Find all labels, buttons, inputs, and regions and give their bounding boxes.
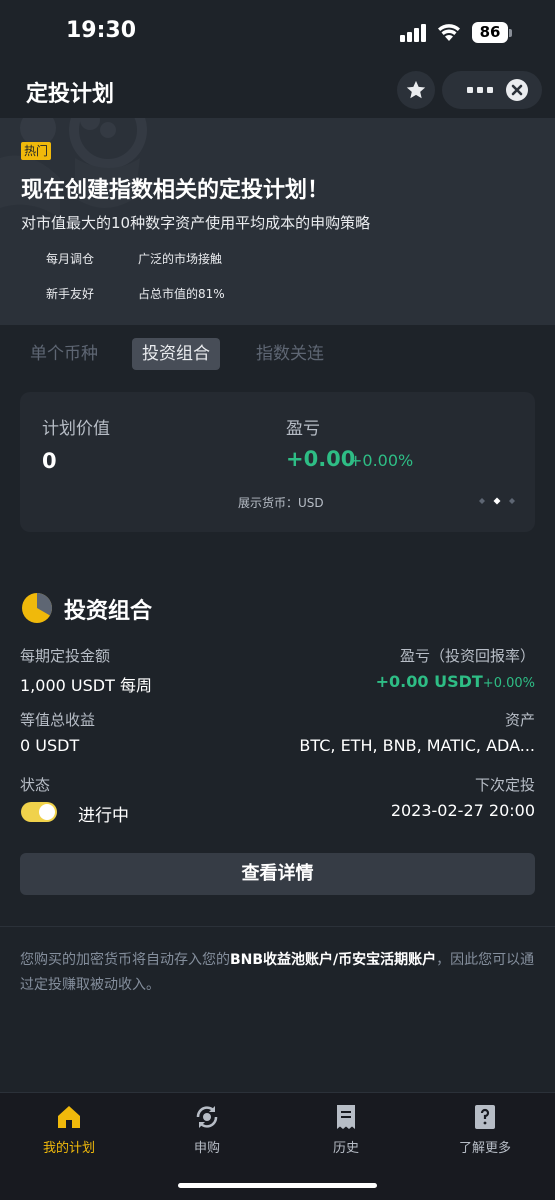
banner-feature: 广泛的市场接触 <box>138 252 223 266</box>
battery-indicator: 86 <box>472 22 508 43</box>
recurring-icon <box>196 1106 218 1128</box>
hot-badge: 热门 <box>21 142 52 160</box>
assets-label: 资产 <box>504 711 535 729</box>
promo-banner[interactable]: 热门 现在创建指数相关的定投计划！ 对市值最大的10种数字资产使用平均成本的申购… <box>0 118 555 325</box>
cellular-signal-icon <box>400 24 426 42</box>
star-icon <box>406 80 426 99</box>
display-currency: 展示货币：USD <box>238 496 324 510</box>
help-doc-icon <box>475 1105 495 1129</box>
receipt-icon <box>337 1105 355 1129</box>
next-value: 2023-02-27 20:00 <box>390 801 535 820</box>
roi-value: +0.00 USDT <box>375 672 483 691</box>
banner-feature: 新手友好 <box>46 287 95 301</box>
wifi-icon <box>438 24 460 41</box>
status-time: 19:30 <box>66 18 137 43</box>
earnings-value: 0 USDT <box>20 736 80 755</box>
tab-single-coin[interactable]: 单个币种 <box>20 338 108 370</box>
toggle-knob <box>39 804 55 820</box>
tabbar-item-learn-more[interactable]: 了解更多 <box>430 1103 540 1156</box>
assets-value: BTC, ETH, BNB, MATIC, ADA... <box>299 736 535 755</box>
tabbar-item-history[interactable]: 历史 <box>291 1103 401 1156</box>
home-icon <box>58 1106 80 1128</box>
home-indicator <box>178 1183 377 1188</box>
banner-feature: 占总市值的81% <box>138 287 225 301</box>
plan-value: 0 <box>42 449 57 473</box>
earnings-label: 等值总收益 <box>20 711 96 729</box>
status-toggle[interactable] <box>21 802 57 822</box>
next-label: 下次定投 <box>474 776 535 794</box>
auto-deposit-note: 您购买的加密货币将自动存入您的BNB收益池账户/币安宝活期账户，因此您可以通过定… <box>20 948 535 998</box>
tab-portfolio[interactable]: 投资组合 <box>132 338 220 370</box>
status-bar: 19:30 86 <box>0 0 555 64</box>
note-prefix: 您购买的加密货币将自动存入您的 <box>20 952 230 968</box>
banner-feature: 每月调仓 <box>46 252 95 266</box>
mini-program-capsule <box>442 71 542 109</box>
more-icon[interactable] <box>455 71 505 109</box>
amount-label: 每期定投金额 <box>20 647 111 665</box>
close-icon[interactable] <box>506 79 528 101</box>
tabbar-label: 历史 <box>332 1141 359 1156</box>
app-header: 定投计划 <box>0 64 555 118</box>
page-title: 定投计划 <box>26 82 115 107</box>
status-label: 状态 <box>20 776 51 794</box>
roi-label: 盈亏（投资回报率） <box>399 647 535 665</box>
pnl-value: +0.00 <box>286 447 356 471</box>
divider <box>0 926 555 927</box>
banner-title: 现在创建指数相关的定投计划！ <box>21 178 330 203</box>
favorite-button[interactable] <box>397 71 435 109</box>
pnl-percent: +0.00% <box>349 451 414 470</box>
carousel-indicator <box>479 497 515 505</box>
tabbar-item-subscribe[interactable]: 申购 <box>152 1103 262 1156</box>
amount-value: 1,000 USDT 每周 <box>20 676 152 695</box>
tabbar-label: 申购 <box>193 1141 220 1156</box>
pie-chart-icon <box>22 593 53 623</box>
pnl-label: 盈亏 <box>286 419 320 439</box>
tabbar-label: 我的计划 <box>42 1141 95 1156</box>
banner-subtitle: 对市值最大的10种数字资产使用平均成本的申购策略 <box>21 214 371 232</box>
roi-percent: +0.00% <box>482 676 535 691</box>
tab-index-linked[interactable]: 指数关连 <box>246 338 334 370</box>
tabbar-item-my-plan[interactable]: 我的计划 <box>14 1103 124 1156</box>
tabbar-label: 了解更多 <box>458 1141 511 1156</box>
section-title: 投资组合 <box>64 599 153 624</box>
roi-row: +0.00 USDT+0.00% <box>376 672 535 691</box>
plan-value-label: 计划价值 <box>42 419 110 439</box>
view-details-button[interactable]: 查看详情 <box>20 853 535 895</box>
plan-summary-card[interactable]: 计划价值 0 盈亏 +0.00 +0.00% 展示货币：USD <box>20 392 535 532</box>
status-value: 进行中 <box>78 806 129 826</box>
note-highlight: BNB收益池账户/币安宝活期账户 <box>230 952 437 968</box>
battery-tip <box>509 29 512 37</box>
